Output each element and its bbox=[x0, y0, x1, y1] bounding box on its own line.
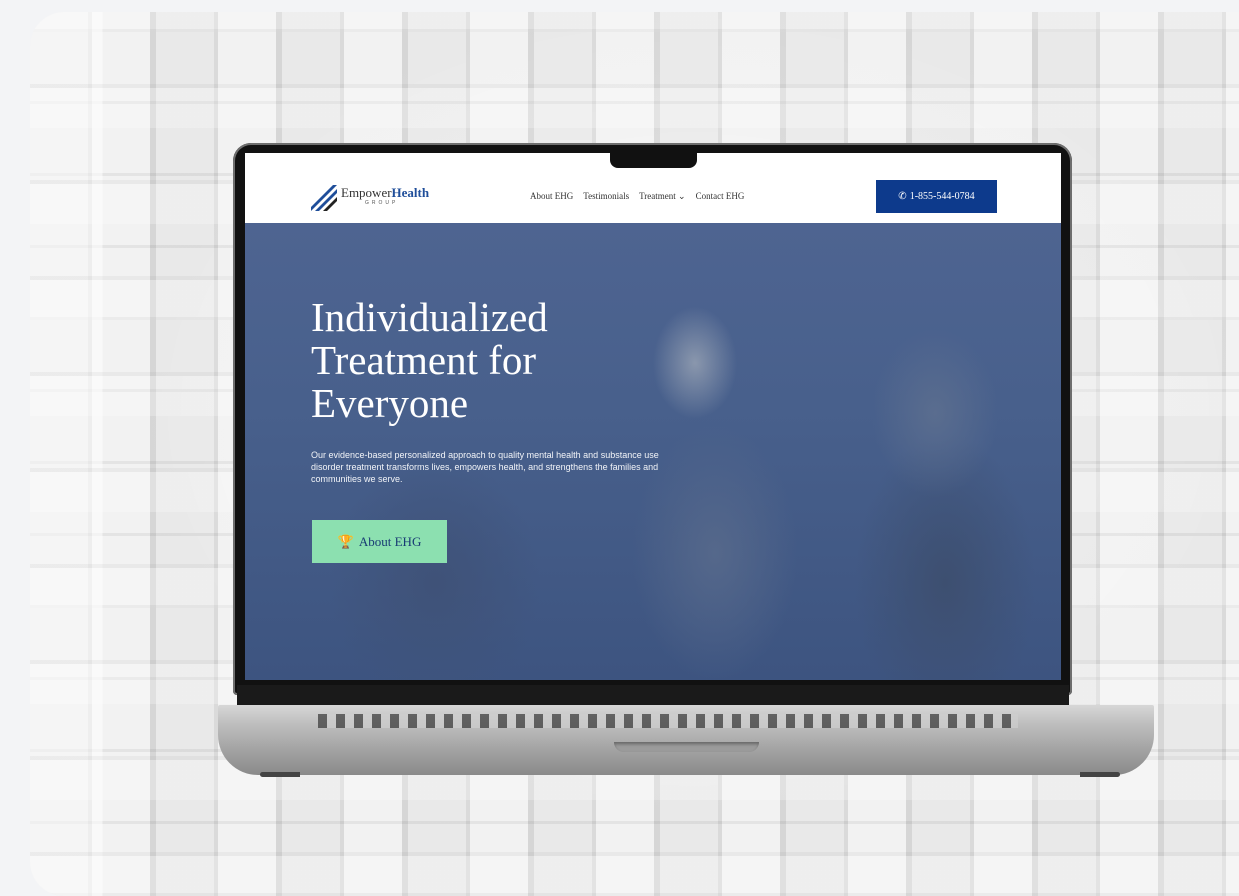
hero-description: Our evidence-based personalized approach… bbox=[311, 450, 659, 484]
camera-notch bbox=[610, 153, 697, 168]
nav-item-contact[interactable]: Contact EHG bbox=[696, 191, 745, 202]
brand-name[interactable]: EmpowerHealth bbox=[341, 185, 429, 201]
nav-item-testimonials[interactable]: Testimonials bbox=[583, 191, 629, 202]
screen-bottom-bezel bbox=[237, 685, 1069, 707]
brand-logo-icon[interactable] bbox=[309, 183, 337, 211]
hero-title: Individualized Treatment for Everyone bbox=[311, 296, 671, 425]
nav-item-treatment[interactable]: Treatment ⌄ bbox=[639, 191, 685, 202]
hero-section: Individualized Treatment for Everyone Ou… bbox=[245, 223, 1061, 680]
trophy-icon: 🏆 bbox=[337, 533, 354, 549]
nav-item-treatment-label: Treatment bbox=[639, 191, 676, 201]
trackpad-notch bbox=[614, 742, 759, 752]
brand-name-part2: Health bbox=[391, 185, 430, 200]
phone-number: 1-855-544-0784 bbox=[909, 191, 975, 202]
hero-title-line3: Everyone bbox=[311, 380, 469, 426]
about-ehg-button[interactable]: 🏆 About EHG bbox=[312, 520, 447, 563]
main-menu: About EHG Testimonials Treatment ⌄ Conta… bbox=[530, 191, 744, 202]
laptop-feet bbox=[260, 772, 1120, 777]
about-ehg-button-label: About EHG bbox=[358, 533, 422, 549]
hero-title-line2: Treatment for bbox=[311, 337, 537, 383]
nav-item-about[interactable]: About EHG bbox=[530, 191, 573, 202]
phone-icon: ✆ bbox=[898, 191, 907, 202]
laptop-screen: EmpowerHealth GROUP About EHG Testimonia… bbox=[245, 153, 1061, 680]
chevron-down-icon: ⌄ bbox=[678, 191, 686, 201]
brand-subtitle: GROUP bbox=[365, 200, 399, 206]
phone-button[interactable]: ✆ 1-855-544-0784 bbox=[876, 180, 997, 213]
brand-name-part1: Empower bbox=[341, 185, 392, 200]
keyboard-strip bbox=[318, 714, 1018, 728]
hero-title-line1: Individualized bbox=[311, 294, 548, 340]
